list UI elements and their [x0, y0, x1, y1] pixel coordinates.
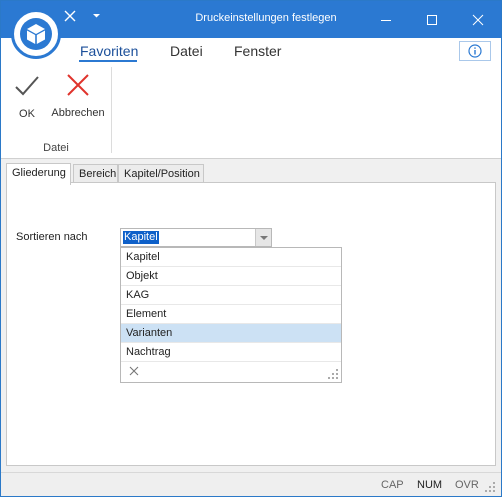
ribbon-tab-bar: Favoriten Datei Fenster [1, 38, 501, 63]
close-document-icon[interactable] [63, 9, 77, 26]
combo-dropdown-button[interactable] [255, 229, 271, 246]
chevron-down-icon [259, 235, 268, 240]
cancel-x-icon [67, 74, 89, 96]
maximize-icon [427, 14, 437, 25]
cancel-label: Abbrechen [51, 107, 105, 119]
status-bar: CAP NUM OVR [1, 472, 501, 496]
ok-label: OK [19, 108, 35, 120]
ribbon-panel: OK Abbrechen Datei [1, 63, 501, 159]
dialog-content: Gliederung Bereich Kapitel/Position Sort… [4, 160, 498, 469]
sort-dropdown-list: Kapitel Objekt KAG Element Varianten Nac… [120, 247, 342, 383]
status-cap: CAP [381, 479, 404, 491]
close-icon [472, 14, 484, 25]
resize-grip-icon[interactable] [328, 369, 338, 382]
window-resize-grip-icon[interactable] [485, 482, 495, 495]
maximize-button[interactable] [409, 1, 455, 38]
minimize-button[interactable] [363, 1, 409, 38]
quick-access-dropdown-icon[interactable] [92, 11, 101, 23]
ribbon-group-label: Datei [43, 142, 69, 154]
dropdown-option-varianten[interactable]: Varianten [121, 324, 341, 343]
clear-selection-icon[interactable] [129, 366, 139, 379]
tab-kapitel-position[interactable]: Kapitel/Position [118, 164, 204, 184]
dropdown-option-kag[interactable]: KAG [121, 286, 341, 305]
app-logo[interactable] [11, 9, 61, 59]
active-tab-indicator [79, 60, 137, 62]
checkmark-icon [15, 76, 39, 96]
cancel-button[interactable]: Abbrechen [49, 73, 107, 119]
tab-fenster[interactable]: Fenster [234, 43, 281, 59]
dropdown-option-element[interactable]: Element [121, 305, 341, 324]
group-separator [111, 67, 112, 153]
tab-panel-gliederung: Sortieren nach Kapitel Kapitel Objekt KA… [6, 182, 496, 466]
dropdown-footer [121, 362, 341, 382]
dropdown-option-kapitel[interactable]: Kapitel [121, 248, 341, 267]
status-num: NUM [417, 479, 443, 491]
dialog-window: Druckeinstellungen festlegen Favoriten D… [0, 0, 502, 497]
title-bar: Druckeinstellungen festlegen [1, 1, 501, 38]
sort-combobox[interactable]: Kapitel [120, 228, 272, 247]
info-icon [468, 44, 482, 58]
tab-gliederung[interactable]: Gliederung [6, 163, 71, 185]
window-title: Druckeinstellungen festlegen [195, 12, 337, 24]
cube-icon [20, 18, 52, 50]
status-ovr: OVR [455, 479, 479, 491]
tab-bereich[interactable]: Bereich [73, 164, 118, 184]
info-button[interactable] [459, 41, 491, 61]
ok-button[interactable]: OK [13, 73, 41, 120]
sort-label: Sortieren nach [16, 231, 88, 243]
close-button[interactable] [455, 1, 501, 38]
tab-datei[interactable]: Datei [170, 43, 203, 59]
tab-favoriten[interactable]: Favoriten [80, 43, 138, 59]
dropdown-option-objekt[interactable]: Objekt [121, 267, 341, 286]
minimize-icon [381, 19, 391, 21]
dropdown-option-nachtrag[interactable]: Nachtrag [121, 343, 341, 362]
sort-selected-value: Kapitel [123, 231, 159, 244]
